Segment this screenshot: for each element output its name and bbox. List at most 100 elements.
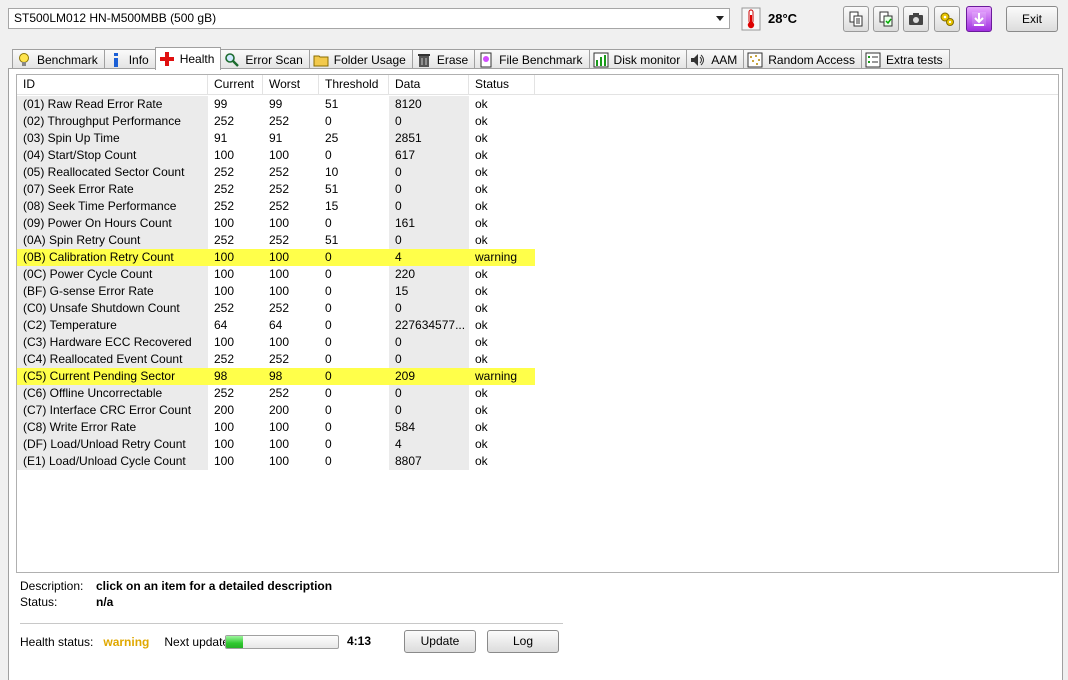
table-row[interactable]: (02) Throughput Performance 252 252 0 0 ok [17,113,1058,130]
cell-id: (C2) Temperature [17,317,208,334]
cell-data: 0 [389,232,469,249]
save-button[interactable] [966,6,992,32]
folder-icon [313,55,329,67]
cell-worst: 100 [269,284,290,298]
table-row[interactable]: (C4) Reallocated Event Count 252 252 0 0 ok [17,351,1058,368]
smart-attribute-list[interactable]: ID Current Worst Threshold Data Status (… [16,74,1059,573]
cell-threshold: 15 [325,199,339,213]
cell-status: ok [475,454,488,468]
cell-status: ok [475,131,488,145]
tab-health[interactable]: Health [154,47,222,70]
table-row[interactable]: (05) Reallocated Sector Count 252 252 10 0 ok [17,164,1058,181]
chart-icon [593,52,609,68]
cell-current: 100 [214,267,235,281]
column-header-status[interactable]: Status [469,75,535,94]
cell-threshold: 51 [325,97,339,111]
table-row[interactable]: (0A) Spin Retry Count 252 252 51 0 ok [17,232,1058,249]
table-row[interactable]: (C7) Interface CRC Error Count 200 200 0 0 ok [17,402,1058,419]
cell-threshold: 51 [325,233,339,247]
table-row[interactable]: (C8) Write Error Rate 100 100 0 584 ok [17,419,1058,436]
cell-id: (01) Raw Read Error Rate [17,96,208,113]
column-header-threshold[interactable]: Threshold [319,75,389,94]
cell-threshold: 25 [325,131,339,145]
options-button[interactable] [934,6,960,32]
table-row[interactable]: (C3) Hardware ECC Recovered 100 100 0 0 ok [17,334,1058,351]
description-value: click on an item for a detailed descript… [96,579,333,593]
cell-data: 584 [389,419,469,436]
exit-button[interactable]: Exit [1006,6,1058,32]
column-header-worst[interactable]: Worst [263,75,319,94]
log-button[interactable]: Log [487,630,559,653]
tab-info[interactable]: Info [103,49,156,70]
tab-erase[interactable]: Erase [411,49,476,70]
chevron-down-icon [716,16,724,21]
table-row[interactable]: (C6) Offline Uncorrectable 252 252 0 0 ok [17,385,1058,402]
cell-id: (05) Reallocated Sector Count [17,164,208,181]
cell-threshold: 0 [325,386,332,400]
screenshot-button[interactable] [903,6,929,32]
table-row[interactable]: (E1) Load/Unload Cycle Count 100 100 0 8807 o… [17,453,1058,470]
cell-current: 252 [214,114,235,128]
cell-data: 2851 [389,130,469,147]
cell-current: 100 [214,284,235,298]
tab-benchmark[interactable]: Benchmark [12,49,105,70]
tab-error-scan[interactable]: Error Scan [220,49,310,70]
table-row[interactable]: (09) Power On Hours Count 100 100 0 161 ok [17,215,1058,232]
column-header-id[interactable]: ID [17,75,208,94]
tab-label: AAM [711,53,738,67]
table-row[interactable]: (C2) Temperature 64 64 0 227634577... ok [17,317,1058,334]
cell-worst: 91 [269,131,283,145]
cell-id: (C4) Reallocated Event Count [17,351,208,368]
column-header-current[interactable]: Current [208,75,263,94]
cell-data: 161 [389,215,469,232]
cell-current: 252 [214,233,235,247]
cell-threshold: 0 [325,114,332,128]
update-button[interactable]: Update [404,630,476,653]
cell-id: (C3) Hardware ECC Recovered [17,334,208,351]
tab-disk-monitor[interactable]: Disk monitor [588,49,688,70]
tab-extra-tests[interactable]: Extra tests [860,49,950,70]
cell-id: (02) Throughput Performance [17,113,208,130]
cell-threshold: 10 [325,165,339,179]
tab-file-benchmark[interactable]: File Benchmark [474,49,590,70]
cell-data: 8807 [389,453,469,470]
copy-info-button[interactable] [843,6,869,32]
cell-status: ok [475,403,488,417]
list-header: ID Current Worst Threshold Data Status [17,75,1058,95]
cell-data: 8120 [389,96,469,113]
table-row[interactable]: (0C) Power Cycle Count 100 100 0 220 ok [17,266,1058,283]
cell-status: ok [475,182,488,196]
cell-data: 209 [389,368,469,385]
column-header-data[interactable]: Data [389,75,469,94]
table-row[interactable]: (04) Start/Stop Count 100 100 0 617 ok [17,147,1058,164]
table-row[interactable]: (DF) Load/Unload Retry Count 100 100 0 4 ok [17,436,1058,453]
cell-worst: 100 [263,249,319,266]
countdown-timer: 4:13 [347,634,372,648]
table-row[interactable]: (C0) Unsafe Shutdown Count 252 252 0 0 ok [17,300,1058,317]
cell-threshold: 0 [325,284,332,298]
cell-current: 252 [214,386,235,400]
cell-current: 99 [214,97,228,111]
tab-folder-usage[interactable]: Folder Usage [308,49,413,70]
top-bar: ST500LM012 HN-M500MBB (500 gB) 28°C Exit [0,0,1068,42]
cell-data: 0 [389,402,469,419]
copy-all-button[interactable] [873,6,899,32]
cell-threshold: 0 [325,301,332,315]
table-row[interactable]: (07) Seek Error Rate 252 252 51 0 ok [17,181,1058,198]
table-row[interactable]: (C5) Current Pending Sector 98 98 0 209 warni… [17,368,1058,385]
cell-status: ok [475,386,488,400]
cell-worst: 98 [263,368,319,385]
cell-status: ok [475,267,488,281]
table-row[interactable]: (01) Raw Read Error Rate 99 99 51 8120 ok [17,96,1058,113]
tab-random-access[interactable]: Random Access [743,49,862,70]
next-update-label: Next update: [164,635,233,649]
cell-data: 220 [389,266,469,283]
table-row[interactable]: (03) Spin Up Time 91 91 25 2851 ok [17,130,1058,147]
cell-worst: 252 [269,165,290,179]
cell-status: ok [475,301,488,315]
table-row[interactable]: (BF) G-sense Error Rate 100 100 0 15 ok [17,283,1058,300]
drive-select[interactable]: ST500LM012 HN-M500MBB (500 gB) [8,8,730,29]
tab-aam[interactable]: AAM [686,49,745,70]
table-row[interactable]: (0B) Calibration Retry Count 100 100 0 4 warn… [17,249,1058,266]
table-row[interactable]: (08) Seek Time Performance 252 252 15 0 ok [17,198,1058,215]
